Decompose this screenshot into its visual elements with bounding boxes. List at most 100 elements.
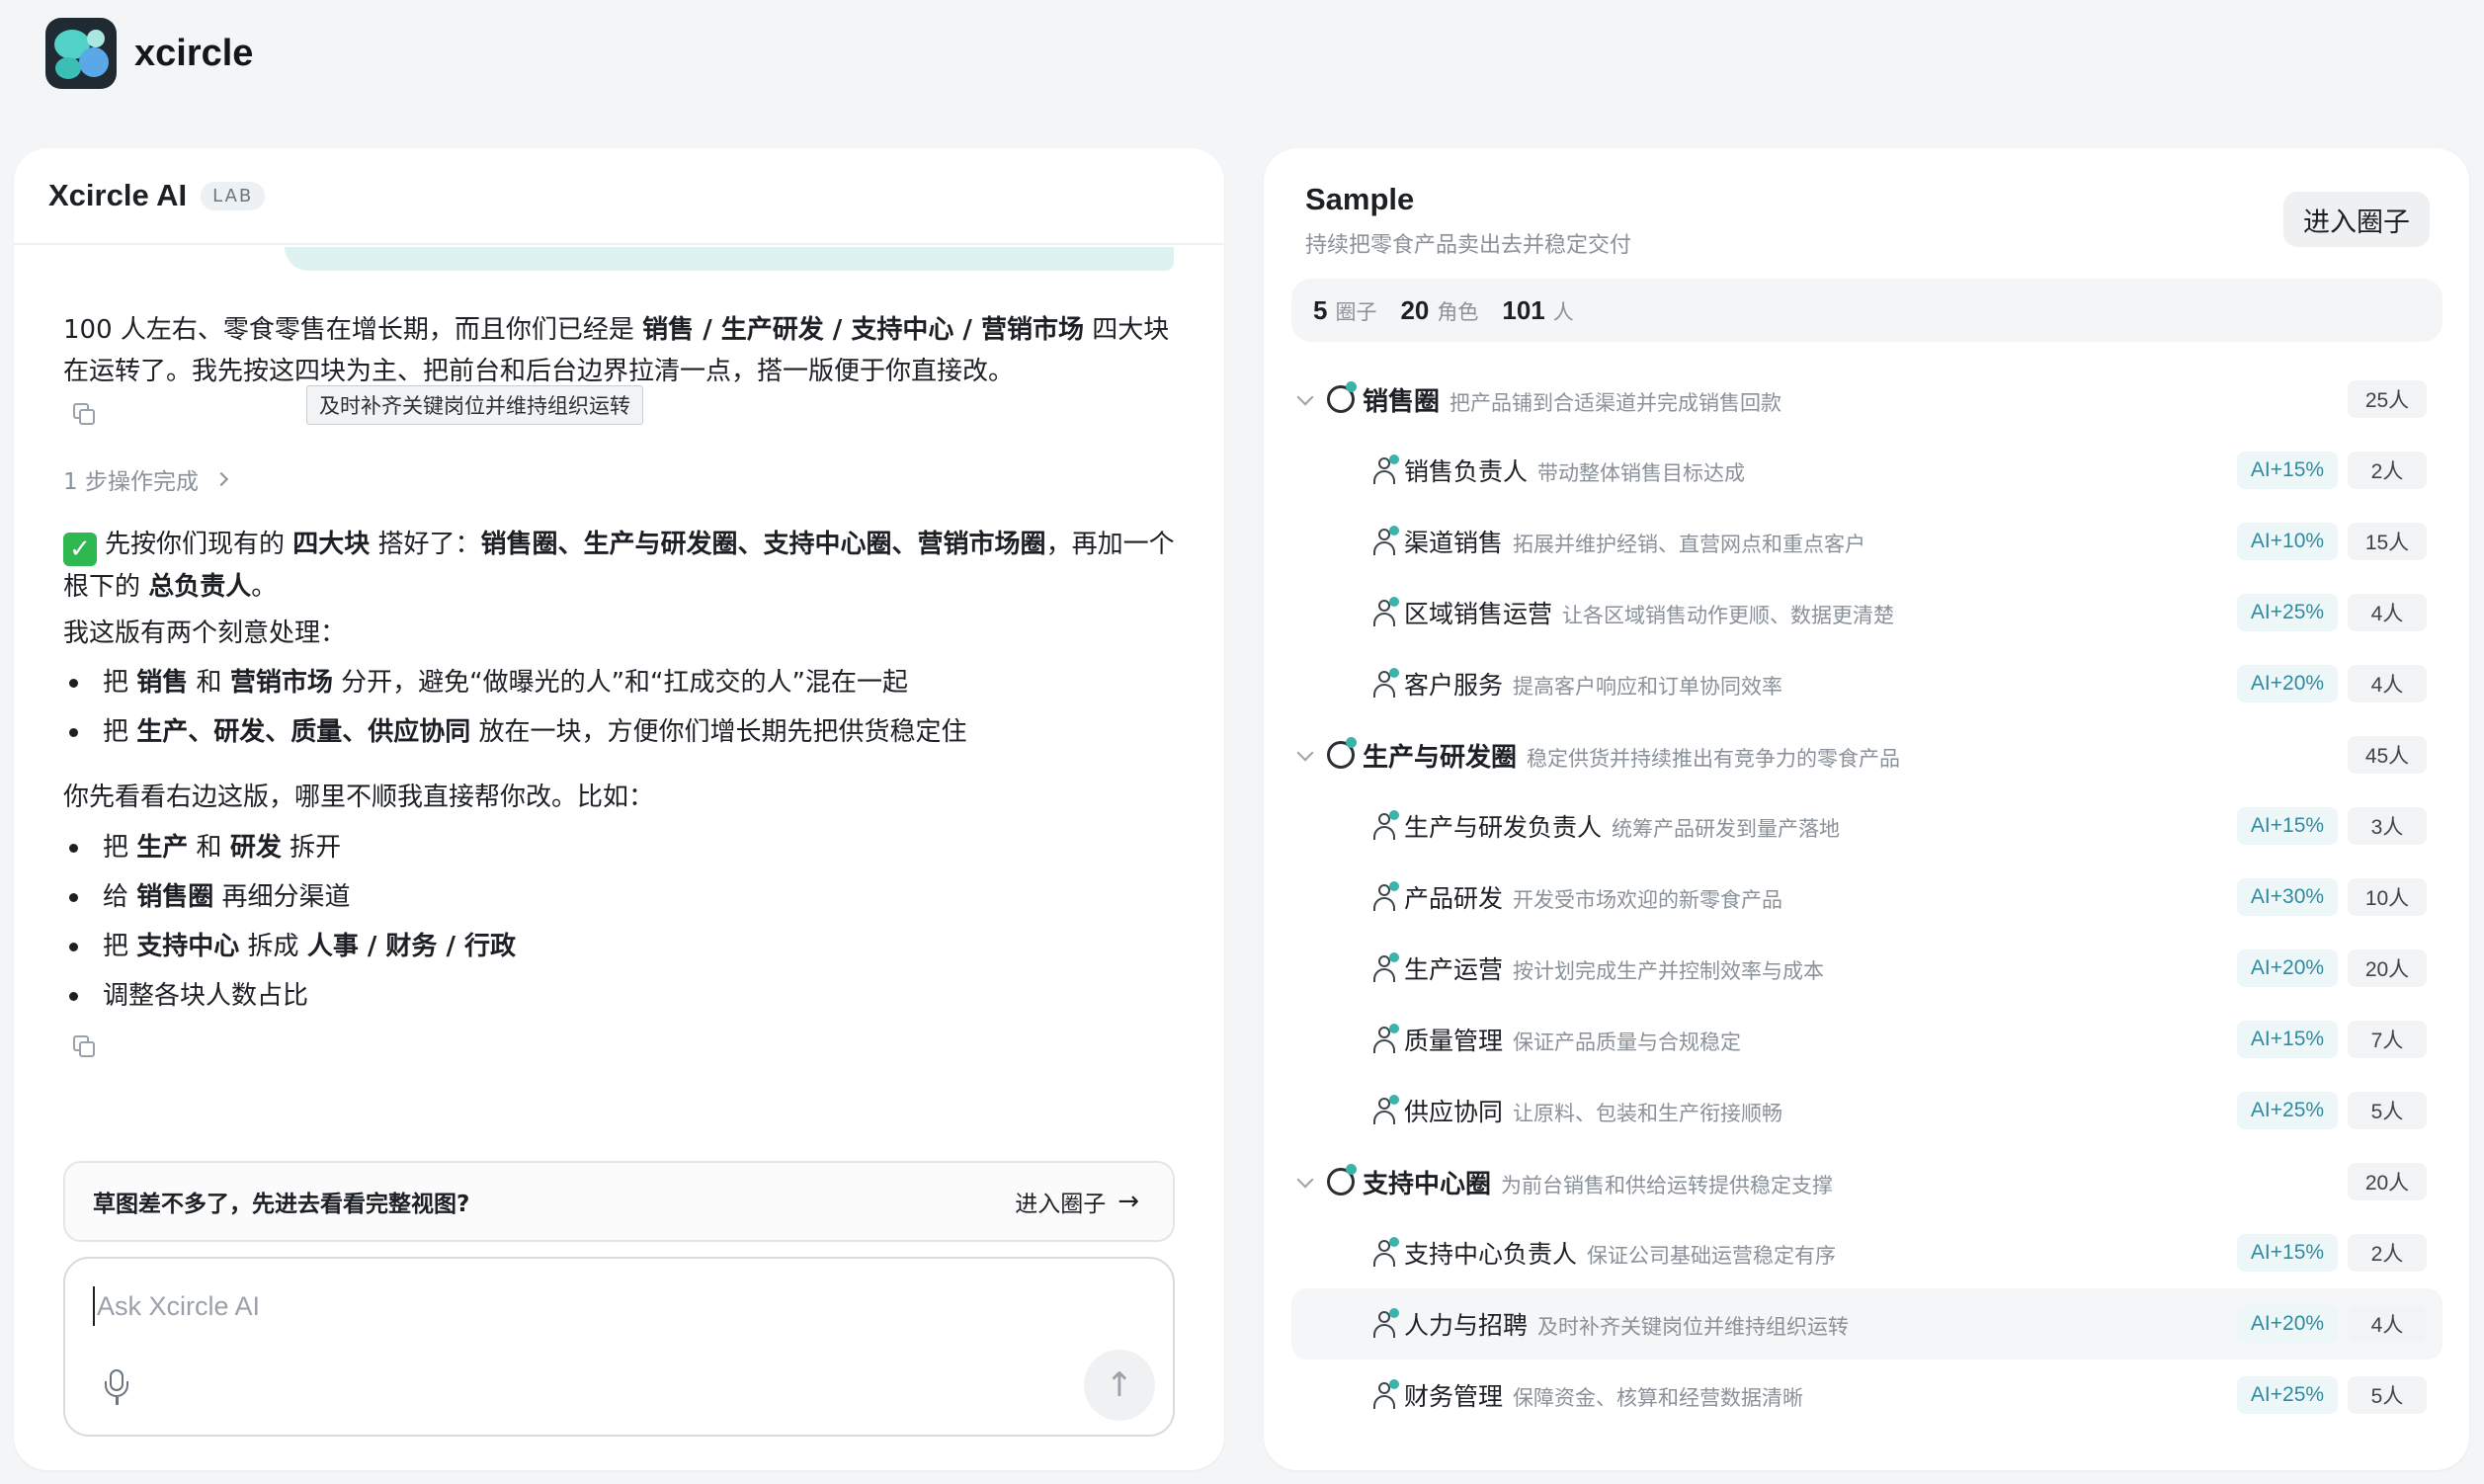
list-item: 把 销售 和 营销市场 分开，避免“做曝光的人”和“扛成交的人”混在一起 xyxy=(63,658,1180,707)
person-icon xyxy=(1372,1237,1400,1267)
headcount-badge: 2人 xyxy=(2348,452,2427,489)
group-row[interactable]: 销售圈 把产品铺到合适渠道并完成销售回款 25人 xyxy=(1291,364,2443,435)
assistant-message-2: ✓ 先按你们现有的 四大块 搭好了：销售圈、生产与研发圈、支持中心圈、营销市场圈，… xyxy=(63,530,1175,602)
ai-badge: AI+10% xyxy=(2237,523,2338,560)
steps-completed[interactable]: 1 步操作完成 xyxy=(63,462,229,496)
intro-text: 我这版有两个刻意处理： xyxy=(63,618,347,648)
role-row[interactable]: 供应协同 让原料、包装和生产衔接顺畅 AI+25% 5人 xyxy=(1291,1075,2443,1146)
headcount-badge: 25人 xyxy=(2348,380,2427,418)
enter-circle-link[interactable]: 进入圈子 → xyxy=(1015,1185,1139,1218)
person-icon xyxy=(1372,881,1400,911)
enter-circle-button[interactable]: 进入圈子 xyxy=(2283,192,2430,247)
xcircle-logo-icon[interactable] xyxy=(45,18,117,89)
role-desc: 拓展并维护经销、直营网点和重点客户 xyxy=(1513,533,1866,556)
ai-badge: AI+15% xyxy=(2237,807,2338,845)
chevron-down-icon[interactable] xyxy=(1296,388,1314,406)
chat-composer: ↑ xyxy=(63,1257,1175,1437)
person-icon xyxy=(1372,952,1400,982)
send-button[interactable]: ↑ xyxy=(1084,1350,1155,1421)
bullet-list-1: 把 销售 和 营销市场 分开，避免“做曝光的人”和“扛成交的人”混在一起 把 生… xyxy=(63,658,1180,757)
group-row[interactable]: 支持中心圈 为前台销售和供给运转提供稳定支撑 20人 xyxy=(1291,1146,2443,1217)
group-name: 销售圈 xyxy=(1363,387,1441,417)
microphone-icon[interactable] xyxy=(103,1369,132,1409)
ai-badge: AI+20% xyxy=(2237,949,2338,987)
role-desc: 提高客户响应和订单协同效率 xyxy=(1513,675,1783,699)
headcount-badge: 3人 xyxy=(2348,807,2427,845)
role-desc: 让原料、包装和生产衔接顺畅 xyxy=(1513,1102,1783,1125)
headcount-badge: 20人 xyxy=(2348,1163,2427,1200)
circle-icon xyxy=(1327,737,1357,769)
role-name: 生产运营 xyxy=(1404,955,1504,984)
role-desc: 让各区域销售动作更顺、数据更清楚 xyxy=(1562,604,1895,627)
sample-title: Sample xyxy=(1305,182,1415,216)
role-row[interactable]: 客户服务 提高客户响应和订单协同效率 AI+20% 4人 xyxy=(1291,648,2443,719)
sample-subtitle: 持续把零食产品卖出去并稳定交付 xyxy=(1305,233,1632,258)
headcount-badge: 2人 xyxy=(2348,1234,2427,1272)
group-desc: 稳定供货并持续推出有竞争力的零食产品 xyxy=(1527,747,1901,771)
role-row[interactable]: 生产运营 按计划完成生产并控制效率与成本 AI+20% 20人 xyxy=(1291,933,2443,1004)
headcount-badge: 15人 xyxy=(2348,523,2427,560)
chat-panel: Xcircle AI LAB 100 人左右、零食零售在增长期，而且你们已经是 … xyxy=(14,148,1224,1470)
role-name: 质量管理 xyxy=(1404,1027,1504,1055)
role-row[interactable]: 财务管理 保障资金、核算和经营数据清晰 AI+25% 5人 xyxy=(1291,1360,2443,1431)
top-bar: xcircle xyxy=(45,18,253,89)
role-row[interactable]: 渠道销售 拓展并维护经销、直营网点和重点客户 AI+10% 15人 xyxy=(1291,506,2443,577)
role-row[interactable]: 产品研发 开发受市场欢迎的新零食产品 AI+30% 10人 xyxy=(1291,862,2443,933)
stat-roles: 20 角色 xyxy=(1400,294,1479,325)
brand-name: xcircle xyxy=(134,32,254,74)
role-row[interactable]: 生产与研发负责人 统筹产品研发到量产落地 AI+15% 3人 xyxy=(1291,790,2443,862)
copy-icon[interactable] xyxy=(73,403,95,425)
role-desc: 保证产品质量与合规稳定 xyxy=(1513,1031,1742,1054)
role-desc: 统筹产品研发到量产落地 xyxy=(1612,817,1841,841)
ai-badge: AI+30% xyxy=(2237,878,2338,916)
list-item: 把 生产、研发、质量、供应协同 放在一块，方便你们增长期先把供货稳定住 xyxy=(63,707,1180,757)
ask-text: 你先看看右边这版，哪里不顺我直接帮你改。比如： xyxy=(63,783,655,812)
chevron-right-icon xyxy=(213,471,229,487)
headcount-badge: 4人 xyxy=(2348,594,2427,631)
stat-people: 101 人 xyxy=(1502,294,1574,325)
ai-badge: AI+15% xyxy=(2237,1234,2338,1272)
suggestion-card[interactable]: 草图差不多了，先进去看看完整视图? 进入圈子 → xyxy=(63,1161,1175,1242)
chat-header: Xcircle AI LAB xyxy=(14,148,1224,245)
role-row-highlighted[interactable]: 人力与招聘 及时补齐关键岗位并维持组织运转 AI+20% 4人 xyxy=(1291,1288,2443,1360)
person-icon xyxy=(1372,526,1400,555)
headcount-badge: 4人 xyxy=(2348,1305,2427,1343)
role-row[interactable]: 区域销售运营 让各区域销售动作更顺、数据更清楚 AI+25% 4人 xyxy=(1291,577,2443,648)
role-name: 生产与研发负责人 xyxy=(1404,813,1603,842)
group-row[interactable]: 生产与研发圈 稳定供货并持续推出有竞争力的零食产品 45人 xyxy=(1291,719,2443,790)
role-desc: 及时补齐关键岗位并维持组织运转 xyxy=(1537,1315,1850,1339)
previous-message-bubble xyxy=(285,247,1174,271)
arrow-up-icon: ↑ xyxy=(1105,1365,1134,1405)
group-name: 支持中心圈 xyxy=(1363,1170,1492,1199)
group-name: 生产与研发圈 xyxy=(1363,743,1518,773)
list-item: 给 销售圈 再细分渠道 xyxy=(63,872,1180,922)
person-icon xyxy=(1372,1308,1400,1338)
role-row[interactable]: 质量管理 保证产品质量与合规稳定 AI+15% 7人 xyxy=(1291,1004,2443,1075)
copy-icon[interactable] xyxy=(73,1035,95,1057)
ai-badge: AI+25% xyxy=(2237,594,2338,631)
role-name: 供应协同 xyxy=(1404,1098,1504,1126)
role-name: 渠道销售 xyxy=(1404,529,1504,557)
suggestion-question: 草图差不多了，先进去看看完整视图? xyxy=(93,1192,470,1217)
role-name: 产品研发 xyxy=(1404,884,1504,913)
stats-bar: 5 圈子 20 角色 101 人 xyxy=(1291,279,2443,342)
role-row[interactable]: 销售负责人 带动整体销售目标达成 AI+15% 2人 xyxy=(1291,435,2443,506)
ai-badge: AI+15% xyxy=(2237,1021,2338,1058)
role-row[interactable]: 支持中心负责人 保证公司基础运营稳定有序 AI+15% 2人 xyxy=(1291,1217,2443,1288)
role-desc: 按计划完成生产并控制效率与成本 xyxy=(1513,959,1825,983)
role-desc: 保证公司基础运营稳定有序 xyxy=(1587,1244,1837,1268)
chevron-down-icon[interactable] xyxy=(1296,1171,1314,1189)
ai-badge: AI+20% xyxy=(2237,665,2338,702)
headcount-badge: 4人 xyxy=(2348,665,2427,702)
chat-input[interactable] xyxy=(93,1286,982,1326)
person-icon xyxy=(1372,1024,1400,1053)
role-name: 人力与招聘 xyxy=(1404,1311,1529,1340)
role-desc: 保障资金、核算和经营数据清晰 xyxy=(1513,1386,1804,1410)
org-tree: 销售圈 把产品铺到合适渠道并完成销售回款 25人 销售负责人 带动整体销售目标达成 … xyxy=(1291,364,2443,1431)
stat-circles: 5 圈子 xyxy=(1313,294,1377,325)
role-name: 财务管理 xyxy=(1404,1382,1504,1411)
tooltip: 及时补齐关键岗位并维持组织运转 xyxy=(306,385,643,425)
assistant-message-1: 100 人左右、零食零售在增长期，而且你们已经是 销售 / 生产研发 / 支持中… xyxy=(63,315,1170,386)
ai-badge: AI+25% xyxy=(2237,1376,2338,1414)
chevron-down-icon[interactable] xyxy=(1296,744,1314,762)
